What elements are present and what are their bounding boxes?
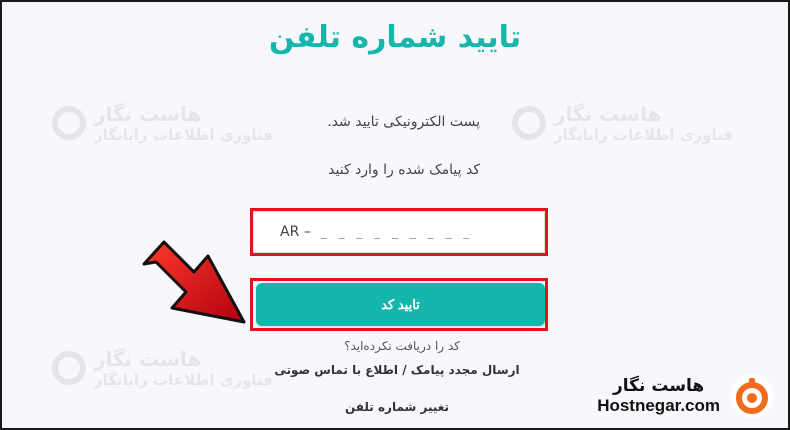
confirm-code-button[interactable]: تایید کد xyxy=(256,283,545,326)
watermark-tagline: فناوری اطلاعات رایانگار xyxy=(554,126,734,144)
code-prefix: AR – xyxy=(280,224,311,240)
pointer-arrow-icon xyxy=(142,240,246,324)
page-title: تایید شماره تلفن xyxy=(268,20,522,55)
watermark: هاست نگار فناوری اطلاعات رایانگار xyxy=(52,102,273,144)
watermark-logo-icon xyxy=(512,106,546,140)
watermark-logo-icon xyxy=(52,106,86,140)
watermark-tagline: فناوری اطلاعات رایانگار xyxy=(94,126,274,144)
brand-name-fa: هاست نگار xyxy=(612,376,705,396)
brand-logo: هاست نگار Hostnegar.com xyxy=(597,374,774,418)
brand-name-en: Hostnegar.com xyxy=(597,396,720,415)
sms-code-input[interactable]: AR – _ _ _ _ _ _ _ _ _ xyxy=(253,211,545,253)
watermark-name: هاست نگار xyxy=(94,102,202,126)
enter-code-instruction: کد پیامک شده را وارد کنید xyxy=(328,162,480,178)
watermark: هاست نگار فناوری اطلاعات رایانگار xyxy=(512,102,733,144)
email-confirmed-message: پست الکترونیکی تایید شد. xyxy=(327,114,480,130)
code-mask: _ _ _ _ _ _ _ _ _ xyxy=(320,225,474,239)
code-not-received-question: کد را دریافت نکرده‌اید؟ xyxy=(344,339,460,353)
brand-logo-icon xyxy=(730,374,774,418)
watermark-name: هاست نگار xyxy=(554,102,662,126)
